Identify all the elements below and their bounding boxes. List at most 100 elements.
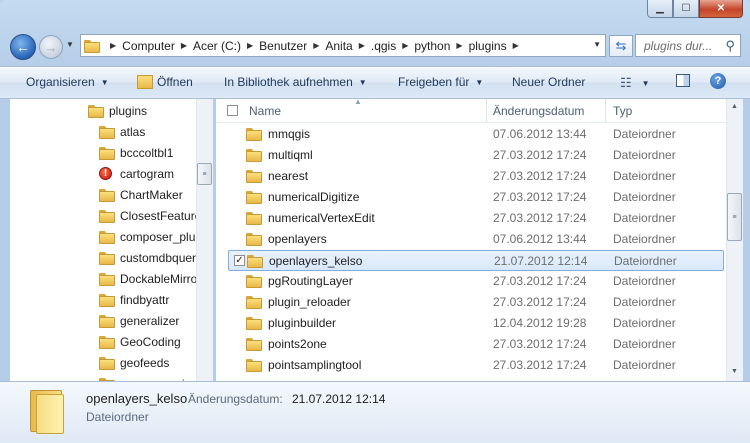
details-date-label: Änderungsdatum: bbox=[188, 392, 283, 406]
file-type: Dateiordner bbox=[613, 295, 676, 309]
folder-icon bbox=[246, 190, 262, 204]
address-dropdown-icon[interactable]: ▼ bbox=[593, 40, 601, 49]
folder-icon bbox=[88, 104, 104, 118]
forward-button[interactable]: → bbox=[39, 35, 63, 59]
arrow-right-icon: → bbox=[44, 39, 58, 55]
breadcrumb-drive[interactable]: Acer (C:) bbox=[193, 39, 241, 53]
file-row-openlayers[interactable]: openlayers 07.06.2012 13:44 Dateiordner bbox=[228, 229, 724, 250]
sort-ascending-icon: ▲ bbox=[354, 97, 362, 106]
file-row-mmqgis[interactable]: mmqgis 07.06.2012 13:44 Dateiordner bbox=[228, 124, 724, 145]
breadcrumb-computer[interactable]: Computer bbox=[122, 39, 175, 53]
chevron-right-icon[interactable]: ▶ bbox=[313, 41, 319, 50]
chevron-right-icon[interactable]: ▶ bbox=[110, 41, 116, 50]
chevron-right-icon[interactable]: ▶ bbox=[247, 41, 253, 50]
nav-item-composer[interactable]: composer_plu bbox=[99, 226, 195, 247]
folder-icon bbox=[246, 169, 262, 183]
open-button[interactable]: Öffnen bbox=[137, 75, 193, 89]
chevron-right-icon[interactable]: ▶ bbox=[513, 41, 519, 50]
back-button[interactable]: ← bbox=[10, 34, 36, 60]
column-name[interactable]: Name bbox=[249, 104, 281, 118]
column-divider[interactable] bbox=[605, 99, 606, 123]
folder-icon bbox=[99, 146, 115, 160]
new-folder-button[interactable]: Neuer Ordner bbox=[512, 75, 585, 89]
organize-button[interactable]: Organisieren ▼ bbox=[26, 75, 109, 89]
chevron-right-icon[interactable]: ▶ bbox=[456, 41, 462, 50]
nav-item-geocoding[interactable]: GeoCoding bbox=[99, 331, 181, 352]
search-input[interactable]: plugins dur... ⚲ bbox=[635, 34, 741, 57]
file-row-points2one[interactable]: points2one 27.03.2012 17:24 Dateiordner bbox=[228, 334, 724, 355]
column-type[interactable]: Typ bbox=[613, 104, 632, 118]
nav-item-generalizer[interactable]: generalizer bbox=[99, 310, 179, 331]
breadcrumb-qgis[interactable]: .qgis bbox=[371, 39, 396, 53]
nav-item-geoprocessing[interactable]: geoprocessing bbox=[99, 373, 198, 381]
history-dropdown-icon[interactable]: ▼ bbox=[66, 40, 74, 49]
chevron-right-icon[interactable]: ▶ bbox=[359, 41, 365, 50]
scroll-up-icon[interactable]: ▲ bbox=[731, 103, 738, 110]
maximize-button[interactable]: ☐ bbox=[673, 0, 699, 18]
nav-item-cartogram[interactable]: ! cartogram bbox=[99, 163, 174, 184]
folder-icon bbox=[246, 358, 262, 372]
chevron-right-icon[interactable]: ▶ bbox=[402, 41, 408, 50]
nav-item-geofeeds[interactable]: geofeeds bbox=[99, 352, 169, 373]
address-bar[interactable]: ▶ Computer ▶ Acer (C:) ▶ Benutzer ▶ Anit… bbox=[80, 34, 606, 57]
chevron-down-icon: ▼ bbox=[358, 77, 367, 87]
breadcrumb-anita[interactable]: Anita bbox=[325, 39, 352, 53]
nav-item-closestfeature[interactable]: ClosestFeature bbox=[99, 205, 201, 226]
file-row-numericalvertexedit[interactable]: numericalVertexEdit 27.03.2012 17:24 Dat… bbox=[228, 208, 724, 229]
nav-item-plugins[interactable]: plugins bbox=[88, 100, 147, 121]
nav-item-bcccoltbl1[interactable]: bcccoltbl1 bbox=[99, 142, 173, 163]
nav-scrollbar[interactable] bbox=[196, 99, 213, 381]
nav-item-atlas[interactable]: atlas bbox=[99, 121, 145, 142]
share-label: Freigeben für bbox=[398, 75, 470, 89]
file-type: Dateiordner bbox=[613, 190, 676, 204]
help-button[interactable]: ? bbox=[710, 73, 726, 89]
file-row-openlayers-kelso[interactable]: ✓ openlayers_kelso 21.07.2012 12:14 Date… bbox=[228, 250, 724, 271]
file-row-multiqml[interactable]: multiqml 27.03.2012 17:24 Dateiordner bbox=[228, 145, 724, 166]
folder-icon bbox=[246, 295, 262, 309]
minimize-button[interactable]: ▁ bbox=[647, 0, 673, 18]
file-row-plugin-reloader[interactable]: plugin_reloader 27.03.2012 17:24 Dateior… bbox=[228, 292, 724, 313]
file-row-nearest[interactable]: nearest 27.03.2012 17:24 Dateiordner bbox=[228, 166, 724, 187]
refresh-button[interactable]: ⇆ bbox=[609, 35, 633, 57]
breadcrumb-python[interactable]: python bbox=[414, 39, 450, 53]
column-divider[interactable] bbox=[486, 99, 487, 123]
file-type: Dateiordner bbox=[613, 274, 676, 288]
file-name: pointsamplingtool bbox=[268, 358, 362, 372]
library-button[interactable]: In Bibliothek aufnehmen ▼ bbox=[224, 75, 367, 89]
file-date: 27.03.2012 17:24 bbox=[493, 337, 587, 351]
column-header: ▲ Name Änderungsdatum Typ bbox=[216, 97, 726, 123]
nav-item-dockablemirror[interactable]: DockableMirro bbox=[99, 268, 197, 289]
column-date[interactable]: Änderungsdatum bbox=[493, 104, 584, 118]
nav-item-label: generalizer bbox=[120, 313, 180, 328]
file-date: 12.04.2012 19:28 bbox=[493, 316, 587, 330]
list-scrollbar-thumb[interactable]: ≡ bbox=[727, 193, 742, 241]
library-label: In Bibliothek aufnehmen bbox=[224, 75, 353, 89]
preview-pane-button[interactable] bbox=[676, 74, 690, 87]
search-icon[interactable]: ⚲ bbox=[725, 38, 735, 54]
refresh-icon: ⇆ bbox=[615, 38, 627, 53]
nav-item-findbyattr[interactable]: findbyattr bbox=[99, 289, 169, 310]
file-row-pointsamplingtool[interactable]: pointsamplingtool 27.03.2012 17:24 Datei… bbox=[228, 355, 724, 381]
nav-item-label: ChartMaker bbox=[120, 187, 183, 202]
breadcrumb-plugins[interactable]: plugins bbox=[469, 39, 507, 53]
close-button[interactable]: ✕ bbox=[699, 0, 743, 18]
scroll-down-icon[interactable]: ▼ bbox=[731, 368, 738, 375]
file-row-numericaldigitize[interactable]: numericalDigitize 27.03.2012 17:24 Datei… bbox=[228, 187, 724, 208]
share-button[interactable]: Freigeben für ▼ bbox=[398, 75, 483, 89]
file-date: 27.03.2012 17:24 bbox=[493, 211, 587, 225]
breadcrumb-benutzer[interactable]: Benutzer bbox=[259, 39, 307, 53]
row-checkbox[interactable]: ✓ bbox=[234, 255, 245, 266]
file-row-pluginbuilder[interactable]: pluginbuilder 12.04.2012 19:28 Dateiordn… bbox=[228, 313, 724, 334]
folder-icon bbox=[246, 127, 262, 141]
navigation-pane[interactable]: plugins atlas bcccoltbl1 ! cartogram Cha… bbox=[10, 99, 212, 381]
select-all-checkbox[interactable] bbox=[227, 105, 238, 116]
nav-scrollbar-thumb[interactable]: ≡ bbox=[197, 163, 212, 185]
chevron-right-icon[interactable]: ▶ bbox=[181, 41, 187, 50]
folder-icon bbox=[99, 125, 115, 139]
nav-item-label: bcccoltbl1 bbox=[120, 145, 174, 160]
folder-icon bbox=[99, 314, 115, 328]
nav-item-customdbquery[interactable]: customdbquer bbox=[99, 247, 196, 268]
view-options-button[interactable]: ☷ ▼ bbox=[620, 75, 650, 91]
file-row-pgroutinglayer[interactable]: pgRoutingLayer 27.03.2012 17:24 Dateiord… bbox=[228, 271, 724, 292]
nav-item-chartmaker[interactable]: ChartMaker bbox=[99, 184, 183, 205]
